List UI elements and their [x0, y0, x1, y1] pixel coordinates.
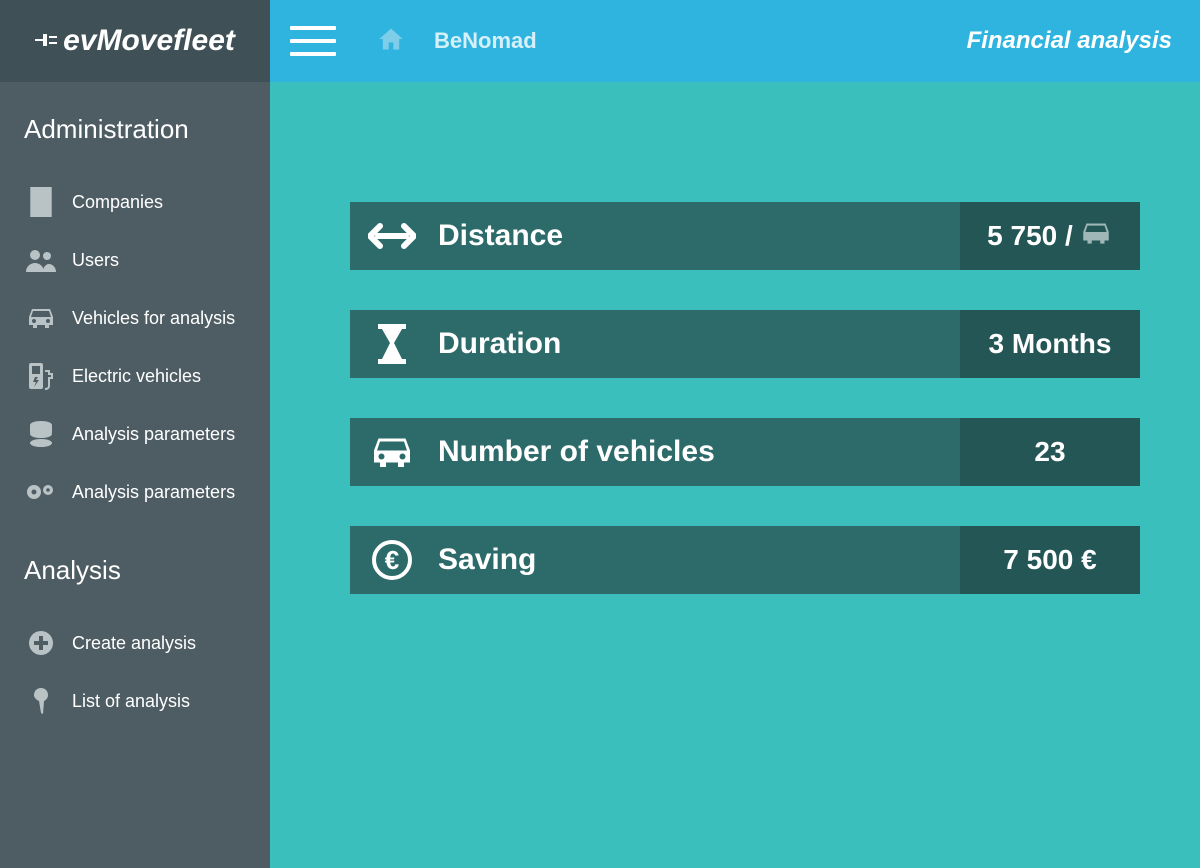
stat-duration: Duration 3 Months: [350, 310, 1140, 378]
pin-icon: [24, 686, 58, 716]
car-icon: [368, 435, 416, 469]
distance-icon: [368, 221, 416, 251]
plug-icon: [35, 24, 59, 58]
sidebar-item-label: Users: [72, 250, 119, 271]
sidebar: Administration Companies Users Vehicles …: [0, 82, 270, 868]
users-icon: [24, 248, 58, 272]
building-icon: [24, 187, 58, 217]
svg-text:€: €: [385, 545, 399, 575]
sidebar-item-label: Vehicles for analysis: [72, 308, 235, 329]
charger-icon: [24, 361, 58, 391]
stat-label: Number of vehicles: [438, 435, 715, 469]
sidebar-item-create-analysis[interactable]: Create analysis: [24, 614, 270, 672]
logo-text: evMovefleet: [63, 24, 235, 58]
sidebar-item-analysis-params-gears[interactable]: Analysis parameters: [24, 463, 270, 521]
sidebar-item-label: Create analysis: [72, 633, 196, 654]
gears-icon: [24, 480, 58, 504]
sidebar-item-label: Electric vehicles: [72, 366, 201, 387]
sidebar-item-users[interactable]: Users: [24, 231, 270, 289]
sidebar-item-vehicles-analysis[interactable]: Vehicles for analysis: [24, 289, 270, 347]
menu-toggle-button[interactable]: [290, 26, 336, 56]
database-icon: [24, 420, 58, 448]
main-content: Distance 5 750 / Duration 3 Months: [270, 82, 1200, 868]
stat-label: Saving: [438, 543, 536, 577]
sidebar-item-label: Analysis parameters: [72, 482, 235, 503]
breadcrumb[interactable]: BeNomad: [434, 28, 537, 54]
sidebar-section-administration: Administration: [24, 114, 270, 145]
app-logo: evMovefleet: [0, 0, 270, 82]
page-title: Financial analysis: [967, 27, 1172, 55]
stat-value: 5 750 /: [960, 202, 1140, 270]
sidebar-item-list-analysis[interactable]: List of analysis: [24, 672, 270, 730]
sidebar-item-label: List of analysis: [72, 691, 190, 712]
sidebar-item-companies[interactable]: Companies: [24, 173, 270, 231]
stat-vehicle-count: Number of vehicles 23: [350, 418, 1140, 486]
euro-icon: €: [368, 539, 416, 581]
stat-value: 7 500 €: [960, 526, 1140, 594]
plus-circle-icon: [24, 629, 58, 657]
stat-value: 23: [960, 418, 1140, 486]
home-icon[interactable]: [376, 25, 406, 58]
topbar: BeNomad Financial analysis: [270, 0, 1200, 82]
hourglass-icon: [368, 324, 416, 364]
stat-distance: Distance 5 750 /: [350, 202, 1140, 270]
stat-label: Distance: [438, 219, 563, 253]
car-small-icon: [1079, 220, 1113, 252]
sidebar-item-analysis-params-db[interactable]: Analysis parameters: [24, 405, 270, 463]
sidebar-item-label: Companies: [72, 192, 163, 213]
stat-value: 3 Months: [960, 310, 1140, 378]
sidebar-item-label: Analysis parameters: [72, 424, 235, 445]
stat-saving: € Saving 7 500 €: [350, 526, 1140, 594]
sidebar-item-electric-vehicles[interactable]: Electric vehicles: [24, 347, 270, 405]
car-icon: [24, 307, 58, 329]
sidebar-section-analysis: Analysis: [24, 555, 270, 586]
stat-label: Duration: [438, 327, 561, 361]
